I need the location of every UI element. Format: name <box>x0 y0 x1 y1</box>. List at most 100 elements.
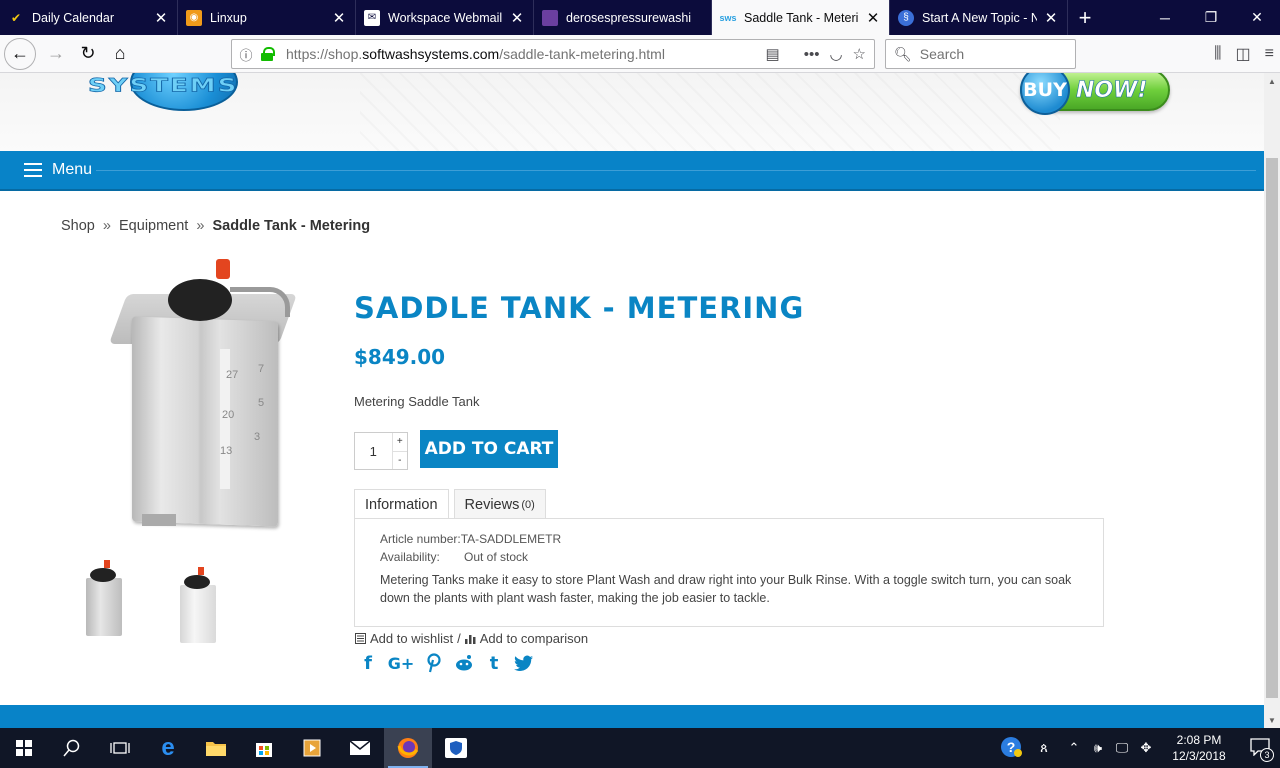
mail-app-icon[interactable] <box>336 728 384 768</box>
back-button[interactable]: ← <box>4 37 36 70</box>
home-button[interactable]: ⌂ <box>104 38 136 70</box>
scroll-down-icon[interactable]: ▼ <box>1264 712 1280 728</box>
add-to-cart-button[interactable]: ADD TO CART <box>420 430 558 468</box>
quantity-stepper[interactable]: 1 + - <box>354 432 408 470</box>
close-icon[interactable]: ✕ <box>153 9 169 27</box>
file-explorer-icon[interactable] <box>192 728 240 768</box>
site-menu-bar[interactable]: Menu <box>0 151 1264 191</box>
close-icon[interactable]: ✕ <box>331 9 347 27</box>
browser-tab-saddle-tank[interactable]: sws Saddle Tank - Metering ✕ <box>712 0 890 35</box>
security-app-icon[interactable] <box>432 728 480 768</box>
browser-tab-new-topic[interactable]: § Start A New Topic - Na ✕ <box>890 0 1068 35</box>
quantity-decrease-button[interactable]: - <box>393 452 407 470</box>
reader-view-icon[interactable]: ▤ <box>766 45 780 63</box>
quantity-increase-button[interactable]: + <box>392 433 407 452</box>
browser-tab-webmail[interactable]: ✉ Workspace Webmail : ✕ <box>356 0 534 35</box>
browser-toolbar: ← → ↻ ⌂ ⓘ https://shop.softwashsystems.c… <box>0 35 1280 73</box>
taskbar-search-icon[interactable] <box>48 728 96 768</box>
facebook-icon[interactable]: f <box>358 651 378 675</box>
product-main-image[interactable]: 27 7 5 20 3 13 <box>108 259 308 534</box>
tank-mark: 13 <box>220 445 233 457</box>
close-icon[interactable]: ✕ <box>1043 9 1059 27</box>
window-close-icon[interactable]: ✕ <box>1234 0 1280 35</box>
close-icon[interactable]: ✕ <box>509 9 525 27</box>
wishlist-icon <box>355 633 366 644</box>
edge-browser-icon[interactable]: e <box>144 728 192 768</box>
scroll-up-icon[interactable]: ▲ <box>1264 73 1280 89</box>
windows-start-icon[interactable] <box>0 728 48 768</box>
new-tab-button[interactable]: + <box>1068 0 1102 35</box>
close-icon[interactable]: ✕ <box>865 9 881 27</box>
social-share: f G+ t <box>358 651 534 675</box>
menu-label: Menu <box>52 161 93 178</box>
mail-icon: ✉ <box>364 9 380 26</box>
logo-text: SYSTEMS <box>87 75 239 97</box>
minimize-icon[interactable]: ─ <box>1142 0 1188 35</box>
product-thumbnail[interactable] <box>170 567 226 649</box>
check-icon: ✔ <box>10 10 22 25</box>
breadcrumb-shop[interactable]: Shop <box>61 218 95 234</box>
browser-tab-daily-calendar[interactable]: ✔ Daily Calendar ✕ <box>0 0 178 35</box>
quantity-input[interactable]: 1 <box>355 433 392 469</box>
page-actions-icon[interactable]: ••• <box>804 46 820 63</box>
show-hidden-icons[interactable]: ⌃ <box>1062 740 1086 756</box>
restore-icon[interactable]: ❐ <box>1188 0 1234 35</box>
network-icon[interactable]: 🖵︎ <box>1110 740 1134 756</box>
tab-information[interactable]: Information <box>354 489 449 519</box>
add-to-wishlist-link[interactable]: Add to wishlist <box>370 631 453 646</box>
store-icon[interactable] <box>240 728 288 768</box>
tab-reviews-label: Reviews <box>464 496 520 513</box>
reddit-icon[interactable] <box>454 651 474 675</box>
dropbox-icon[interactable]: ✥ <box>1134 740 1158 756</box>
tumblr-icon[interactable]: t <box>484 651 504 675</box>
media-player-icon[interactable] <box>288 728 336 768</box>
search-input[interactable]: 🔍︎ Search <box>885 39 1076 69</box>
google-plus-icon[interactable]: G+ <box>388 651 415 675</box>
people-icon[interactable]: ጰ <box>1026 740 1062 756</box>
product-price: $849.00 <box>354 345 446 369</box>
breadcrumb-equipment[interactable]: Equipment <box>119 218 188 234</box>
buy-now-button[interactable]: BUY NOW! <box>1020 73 1170 115</box>
pocket-icon[interactable]: ◡ <box>829 45 842 63</box>
page-scrollbar[interactable]: ▲ ▼ <box>1264 73 1280 728</box>
add-to-comparison-link[interactable]: Add to comparison <box>480 631 588 646</box>
menu-icon <box>24 163 42 177</box>
softwash-logo[interactable]: SYSTEMS <box>87 73 264 118</box>
twitter-icon[interactable] <box>514 651 534 675</box>
firefox-icon[interactable] <box>384 728 432 768</box>
browser-tab-linxup[interactable]: ◉ Linxup ✕ <box>178 0 356 35</box>
hamburger-menu-icon[interactable]: ≡ <box>1265 45 1274 63</box>
pinterest-icon[interactable] <box>424 651 444 675</box>
product-thumbnail[interactable] <box>76 560 132 642</box>
info-icon[interactable]: ⓘ <box>232 45 260 64</box>
task-view-icon[interactable] <box>96 728 144 768</box>
reload-button[interactable]: ↻ <box>72 38 104 70</box>
softwash-icon: sws <box>719 12 737 23</box>
browser-tab-derosespressurewashing[interactable]: derosespressurewashi <box>534 0 712 35</box>
bookmark-star-icon[interactable]: ☆ <box>853 45 866 63</box>
thumb-tank <box>86 578 122 636</box>
tank-mark: 3 <box>254 431 261 443</box>
availability-label: Availability: <box>380 550 440 564</box>
taskbar-clock[interactable]: 2:08 PM 12/3/2018 <box>1164 732 1234 764</box>
url-text[interactable]: https://shop.softwashsystems.com/saddle-… <box>286 46 766 62</box>
action-center-icon[interactable]: 3 <box>1240 737 1280 762</box>
windows-taskbar: e ? ጰ ⌃ 🕪︎ 🖵︎ ✥ 2:08 PM 12/3/2018 3 <box>0 728 1280 768</box>
library-icon[interactable]: ⫼ <box>1214 45 1221 63</box>
information-panel: Article number: TA-SADDLEMETR Availabili… <box>354 518 1104 627</box>
tank-lid <box>168 279 232 321</box>
url-bar[interactable]: ⓘ https://shop.softwashsystems.com/saddl… <box>231 39 875 69</box>
tab-title: Daily Calendar <box>32 10 114 25</box>
sidebar-icon[interactable]: ◫ <box>1236 44 1251 64</box>
browser-tab-bar: ✔ Daily Calendar ✕ ◉ Linxup ✕ ✉ Workspac… <box>0 0 1280 35</box>
product-description: Metering Tanks make it easy to store Pla… <box>380 573 1072 605</box>
volume-icon[interactable]: 🕪︎ <box>1086 740 1110 756</box>
tab-reviews[interactable]: Reviews (0) <box>453 489 546 519</box>
lock-icon[interactable] <box>260 47 278 61</box>
scroll-thumb[interactable] <box>1266 158 1278 698</box>
site-icon <box>542 9 558 26</box>
help-icon[interactable]: ? <box>996 736 1026 761</box>
arrow-right-icon: → <box>47 43 65 63</box>
tank-mark: 7 <box>258 363 265 375</box>
forward-button[interactable]: → <box>40 38 72 70</box>
